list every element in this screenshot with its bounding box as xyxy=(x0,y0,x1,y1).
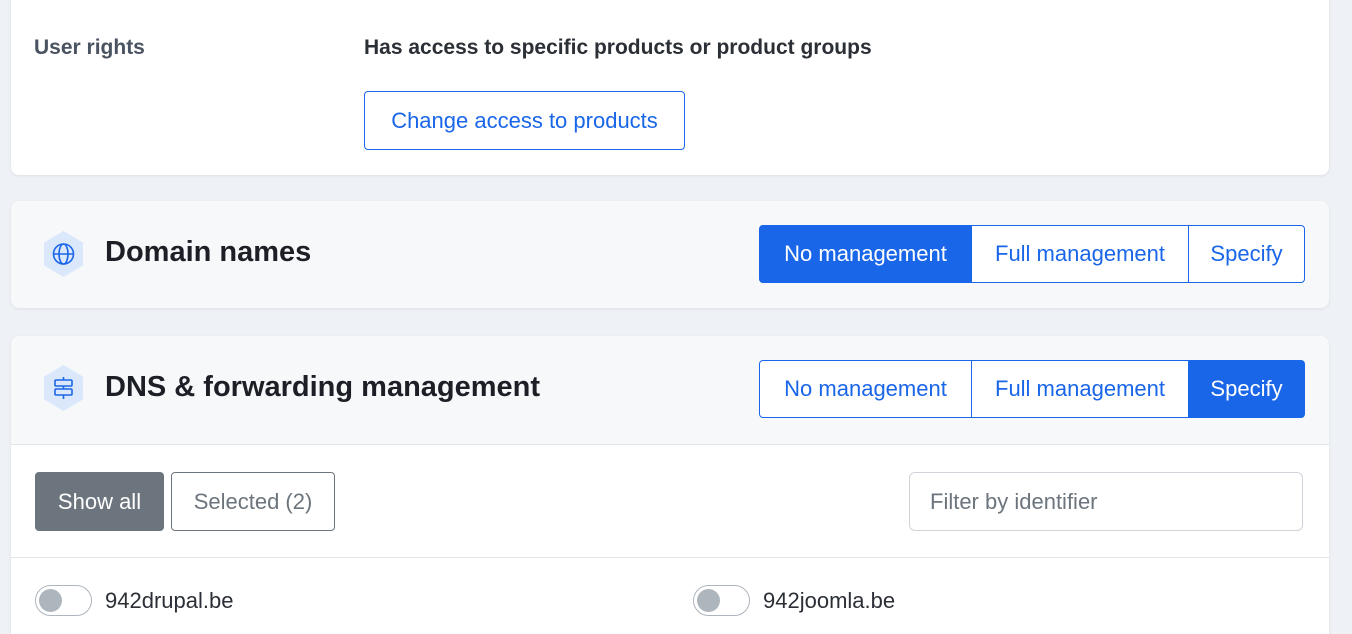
toggle-knob xyxy=(39,589,62,612)
toggle-knob xyxy=(697,589,720,612)
domain-names-section: Domain names No management Full manageme… xyxy=(11,201,1329,308)
dns-specify-option[interactable]: Specify xyxy=(1188,360,1305,418)
dns-full-management-option[interactable]: Full management xyxy=(971,360,1189,418)
filter-identifier-input[interactable] xyxy=(909,472,1303,531)
domain-toggle-item: 942joomla.be xyxy=(693,585,895,616)
section-title-domain-names: Domain names xyxy=(105,236,312,268)
change-access-button[interactable]: Change access to products xyxy=(364,91,685,150)
dns-specify-panel: Show all Selected (2) 942drupal.be 942jo… xyxy=(11,444,1329,634)
selected-tab[interactable]: Selected (2) xyxy=(171,472,335,531)
section-title-dns: DNS & forwarding management xyxy=(105,371,541,403)
user-rights-card: User rights Has access to specific produ… xyxy=(11,0,1329,175)
globe-icon xyxy=(41,229,86,279)
dns-management-selector: No management Full management Specify xyxy=(759,360,1305,418)
domain-full-management-option[interactable]: Full management xyxy=(971,225,1189,283)
domain-management-selector: No management Full management Specify xyxy=(759,225,1305,283)
show-all-tab[interactable]: Show all xyxy=(35,472,164,531)
user-rights-value: Has access to specific products or produ… xyxy=(364,36,872,59)
filter-tabs: Show all Selected (2) xyxy=(35,472,335,531)
user-rights-label: User rights xyxy=(34,36,145,59)
dns-no-management-option[interactable]: No management xyxy=(759,360,972,418)
domain-specify-option[interactable]: Specify xyxy=(1188,225,1305,283)
signpost-icon xyxy=(41,363,86,413)
domain-toggle[interactable] xyxy=(693,585,750,616)
dns-forwarding-section: DNS & forwarding management No managemen… xyxy=(11,336,1329,634)
divider xyxy=(11,557,1329,558)
domain-toggle-label: 942joomla.be xyxy=(763,587,896,613)
domain-toggle[interactable] xyxy=(35,585,92,616)
domain-toggle-item: 942drupal.be xyxy=(35,585,233,616)
domain-toggle-label: 942drupal.be xyxy=(105,587,234,613)
domain-no-management-option[interactable]: No management xyxy=(759,225,972,283)
